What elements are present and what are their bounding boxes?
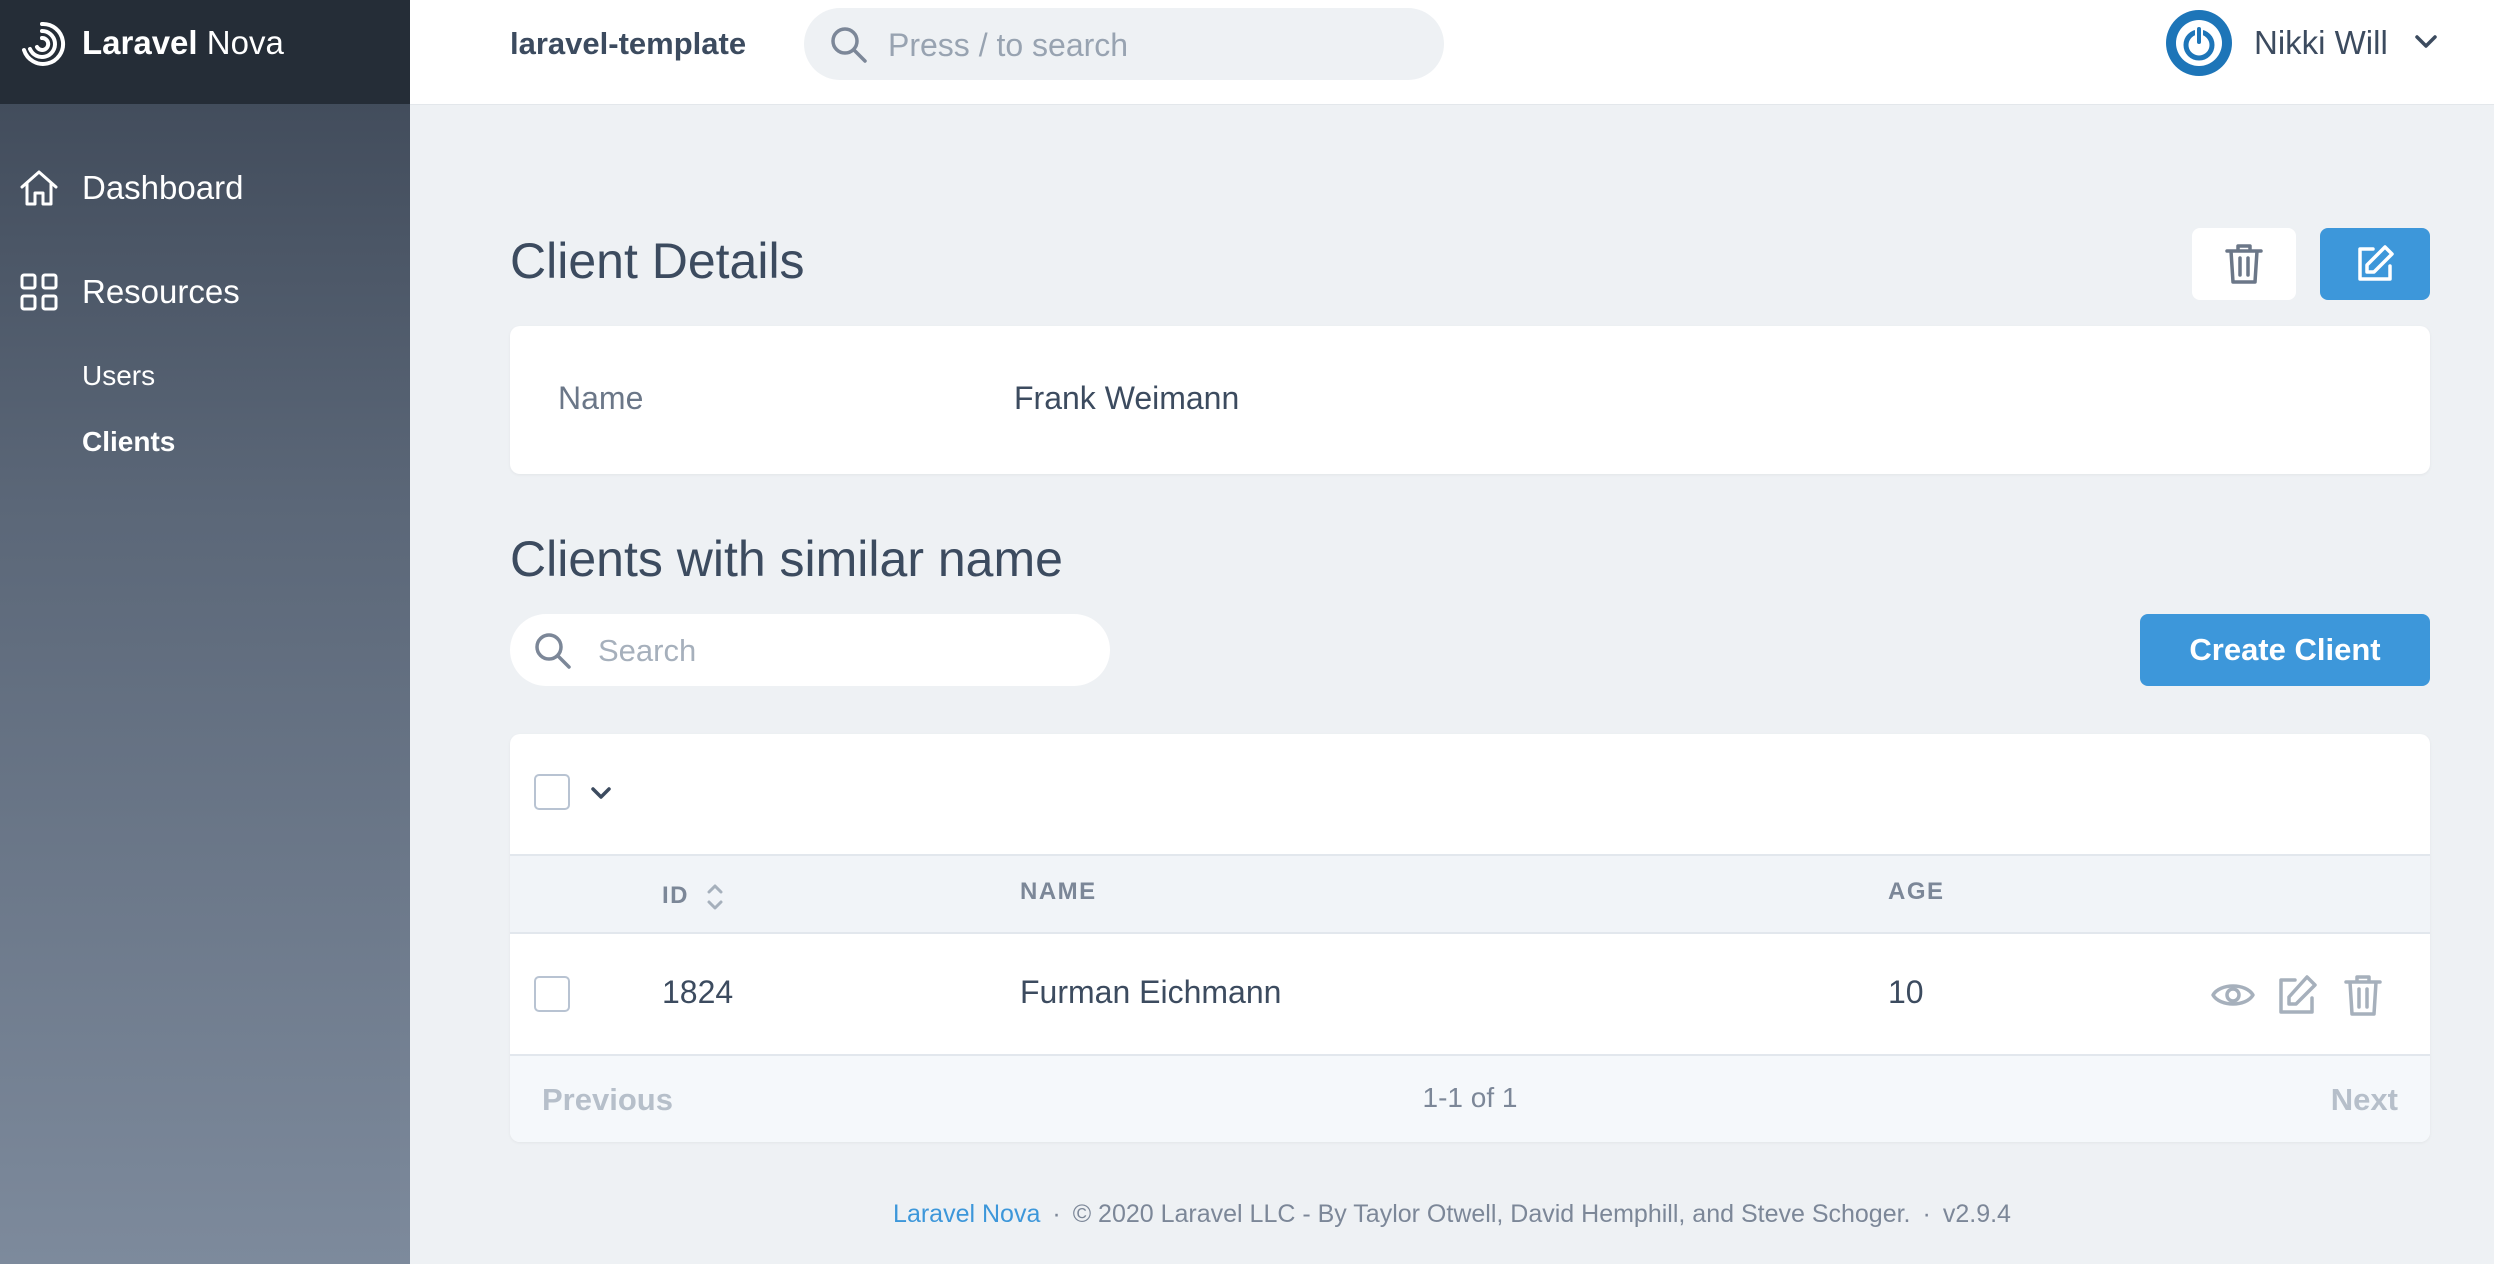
sidebar-item-dashboard[interactable]: Dashboard <box>0 158 410 218</box>
footer-separator: · <box>1052 1200 1061 1228</box>
edit-icon <box>2358 245 2394 281</box>
footer-version: v2.9.4 <box>1942 1200 2011 1228</box>
cell-id: 1824 <box>662 974 734 1010</box>
global-search[interactable] <box>804 8 1444 82</box>
app-name: laravel-template <box>510 26 747 61</box>
home-icon <box>20 170 58 206</box>
user-menu[interactable]: Nikki Will <box>2166 8 2466 78</box>
sidebar: Laravel Nova Dashboard Resources Users C… <box>0 0 410 1264</box>
table-row: 1824 Furman Eichmann 10 <box>510 934 2430 1054</box>
user-name: Nikki Will <box>2254 24 2388 61</box>
sort-icon[interactable] <box>704 880 726 914</box>
related-search-input[interactable] <box>596 614 1090 688</box>
brand-name: Laravel Nova <box>82 24 284 62</box>
field-label-name: Name <box>558 380 644 416</box>
sidebar-item-label: Dashboard <box>82 169 244 206</box>
footer-separator: · <box>1922 1200 1931 1228</box>
grid-icon <box>20 273 58 311</box>
avatar <box>2166 10 2232 76</box>
edit-resource-button[interactable] <box>2320 228 2430 300</box>
cell-name: Furman Eichmann <box>1020 974 1282 1010</box>
chevron-down-icon <box>2415 35 2437 48</box>
sidebar-item-resources[interactable]: Resources <box>0 262 410 322</box>
related-search[interactable] <box>510 614 1110 688</box>
column-header-name: NAME <box>1020 878 1097 905</box>
footer-link[interactable]: Laravel Nova <box>893 1200 1040 1228</box>
chevron-down-icon[interactable] <box>588 780 614 806</box>
related-title: Clients with similar name <box>510 531 1063 587</box>
previous-page-button[interactable]: Previous <box>542 1082 673 1118</box>
cell-age: 10 <box>1888 974 1924 1010</box>
delete-resource-button[interactable] <box>2192 228 2296 300</box>
create-client-button[interactable]: Create Client <box>2140 614 2430 686</box>
next-page-button[interactable]: Next <box>2331 1082 2398 1118</box>
column-header-id[interactable]: ID <box>662 882 689 910</box>
footer: Laravel Nova · © 2020 Laravel LLC - By Tay… <box>410 1200 2494 1229</box>
select-all-checkbox[interactable] <box>534 774 570 810</box>
row-checkbox[interactable] <box>534 976 570 1012</box>
nova-logo-icon <box>22 21 66 66</box>
sidebar-item-users[interactable]: Users <box>82 360 155 392</box>
global-search-input[interactable] <box>886 8 1420 82</box>
field-value-name: Frank Weimann <box>1014 380 1240 416</box>
brand-name-bold: Laravel <box>82 24 198 61</box>
sidebar-item-label: Resources <box>82 273 240 310</box>
details-card: Name Frank Weimann <box>510 326 2430 474</box>
search-icon <box>535 633 571 669</box>
pagination: 1-1 of 1 Previous Next <box>510 1054 2430 1142</box>
top-bar: laravel-template Nikki Will <box>410 0 2494 105</box>
table-header: ID NAME AGE <box>510 854 2430 934</box>
footer-copyright: © 2020 Laravel LLC - By Taylor Otwell, D… <box>1072 1200 1911 1228</box>
page-title: Client Details <box>510 233 805 289</box>
view-icon[interactable] <box>2210 972 2256 1018</box>
brand[interactable]: Laravel Nova <box>0 0 410 104</box>
brand-name-rest: Nova <box>206 24 284 61</box>
resource-table: ID NAME AGE 1824 Furman Eichmann 10 1-1 … <box>510 734 2430 1142</box>
trash-icon <box>2225 244 2263 284</box>
table-toolbar <box>510 734 2430 854</box>
pagination-info: 1-1 of 1 <box>1422 1082 1518 1113</box>
search-icon <box>831 27 867 63</box>
trash-icon[interactable] <box>2340 972 2386 1018</box>
edit-icon[interactable] <box>2274 972 2320 1018</box>
sidebar-item-clients[interactable]: Clients <box>82 426 175 458</box>
column-header-age: AGE <box>1888 878 1945 905</box>
